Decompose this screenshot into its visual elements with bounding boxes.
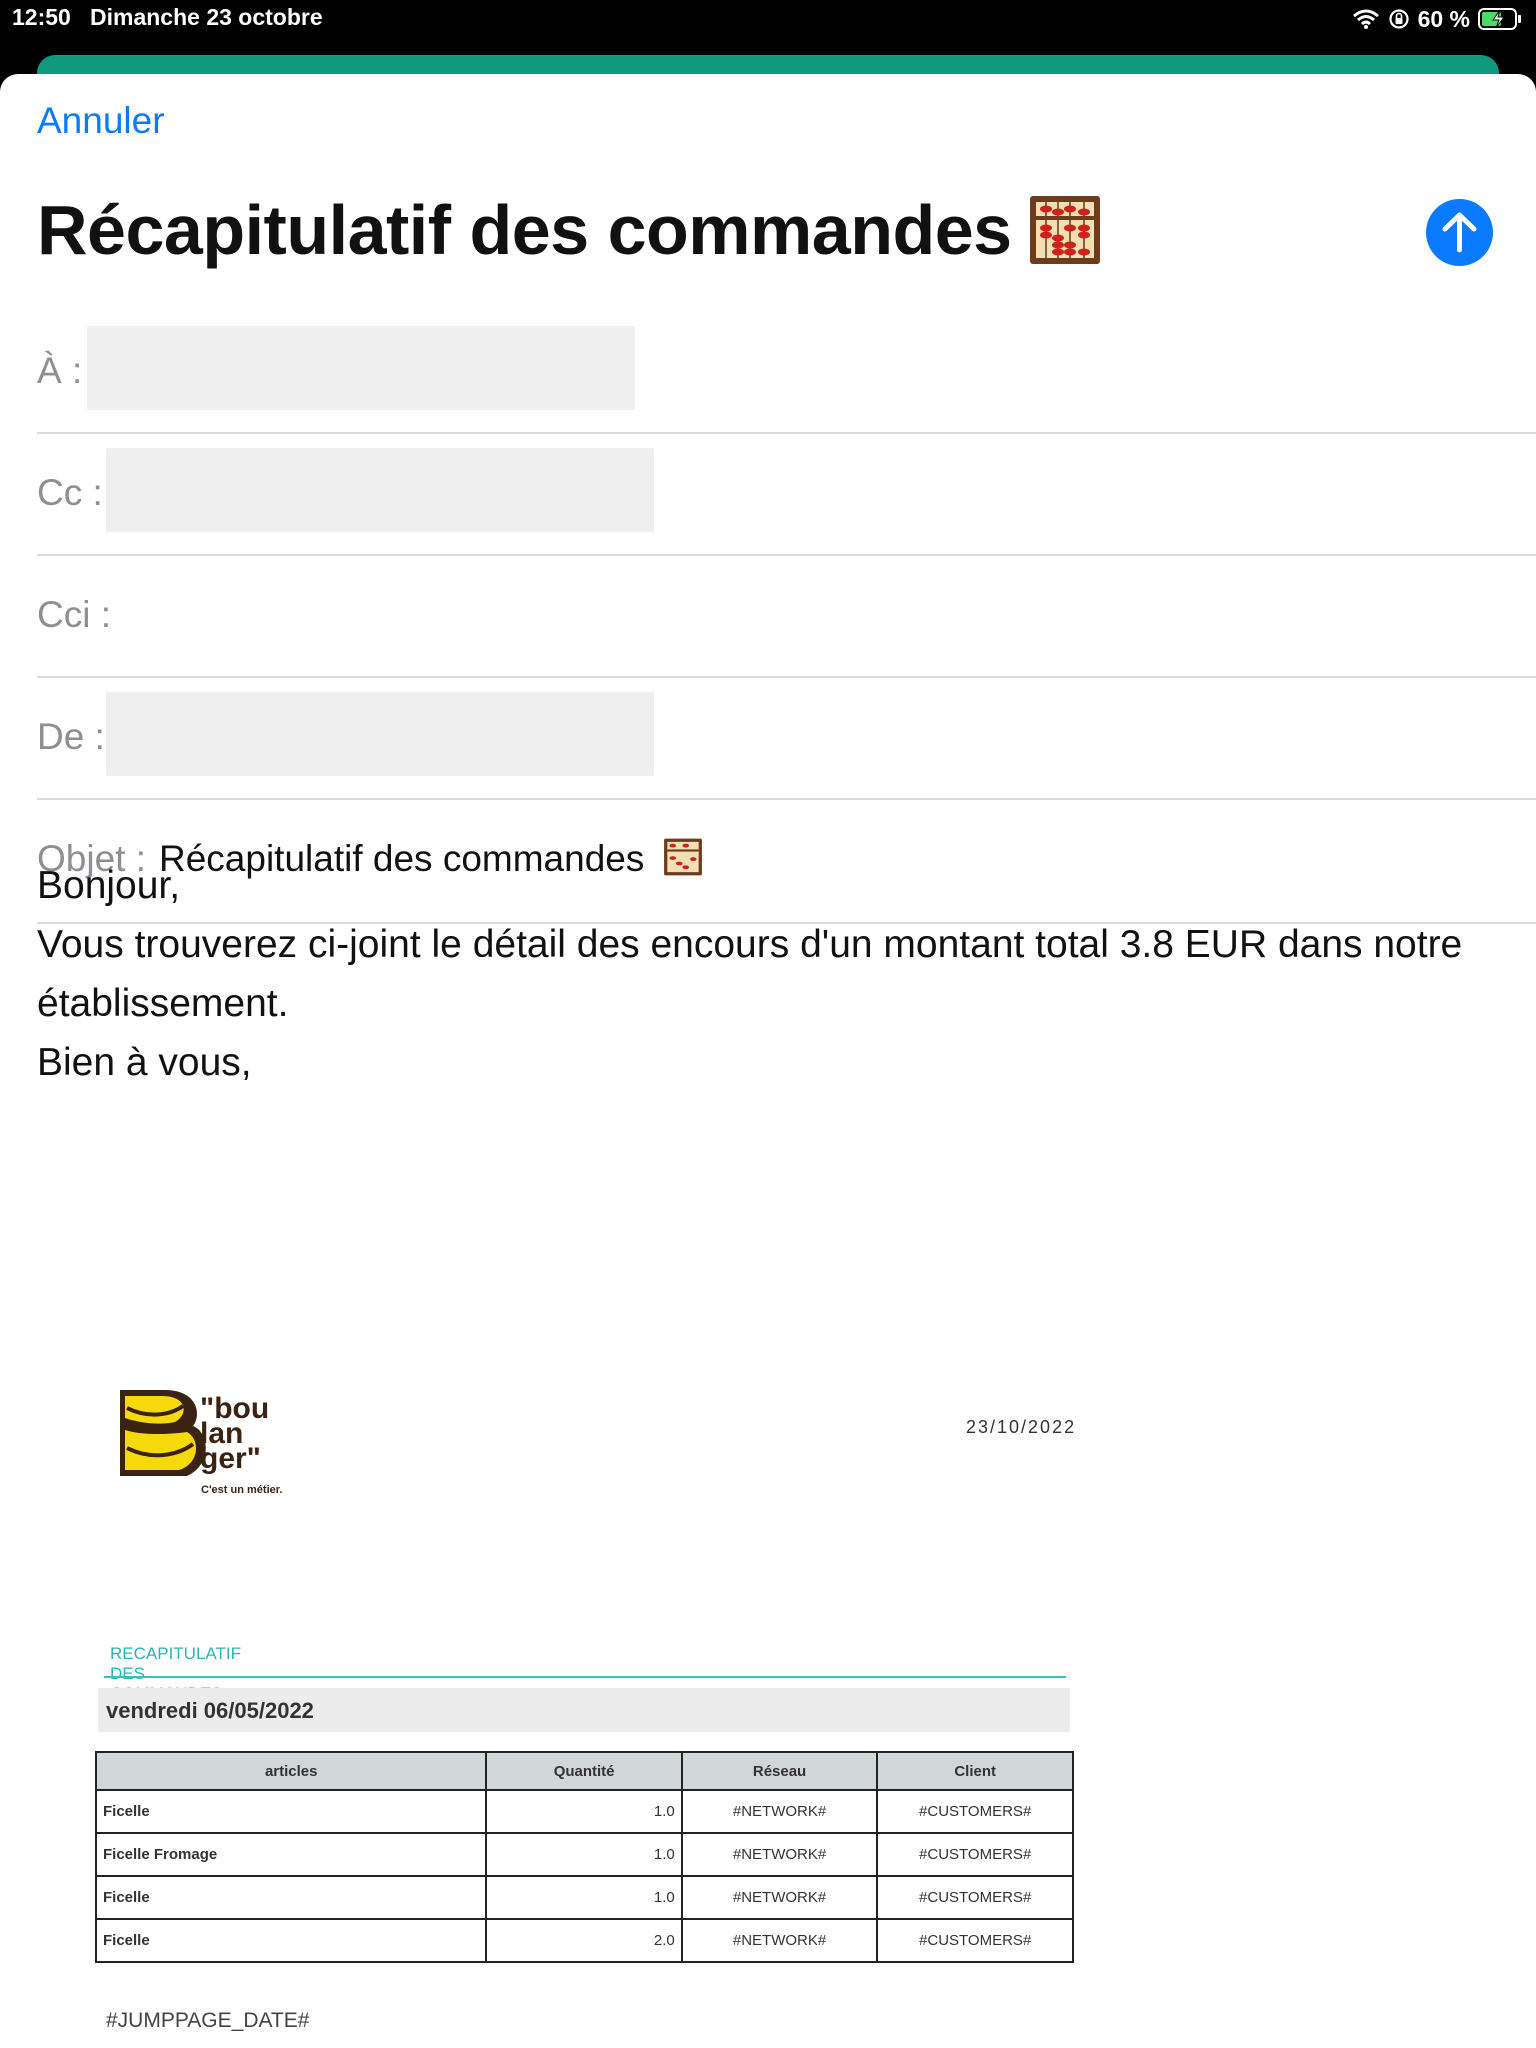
status-time: 12:50 [12,4,71,30]
to-redacted-value [87,326,635,410]
cancel-button[interactable]: Annuler [37,100,165,142]
body-line: Bonjour, [37,864,181,907]
abacus-icon [1029,195,1100,264]
cell-quantity: 1.0 [485,1875,683,1920]
message-body[interactable]: Bonjour, Vous trouverez ci-joint le déta… [37,856,1497,1092]
table-row: Ficelle 1.0 #NETWORK# #CUSTOMERS# [94,1789,1074,1834]
cc-redacted-value [106,448,654,532]
from-redacted-value [106,692,654,776]
table-row: Ficelle Fromage 1.0 #NETWORK# #CUSTOMERS… [94,1832,1074,1877]
compose-title-text: Récapitulatif des commandes [37,191,1012,269]
from-field[interactable]: De : [37,676,1536,800]
rotation-lock-icon [1388,9,1409,29]
cell-network: #NETWORK# [680,1918,879,1963]
cc-field[interactable]: Cc : [37,432,1536,556]
status-bar: 12:50 Dimanche 23 octobre 60 % [0,0,1536,40]
day-label: vendredi 06/05/2022 [106,1698,314,1723]
cell-network: #NETWORK# [680,1789,879,1834]
logo-tagline: C'est un métier. [201,1484,283,1496]
cell-network: #NETWORK# [680,1875,879,1920]
battery-percentage: 60 % [1417,5,1470,32]
cell-client: #CUSTOMERS# [876,1832,1074,1877]
cell-client: #CUSTOMERS# [876,1918,1074,1963]
day-header: vendredi 06/05/2022 [98,1688,1070,1732]
battery-charging-icon [1478,8,1521,30]
to-field[interactable]: À : [37,310,1536,434]
send-button[interactable] [1426,199,1493,266]
body-line: Vous trouverez ci-joint le détail des en… [37,923,1463,1025]
cell-article: Ficelle [94,1918,488,1963]
cell-quantity: 1.0 [485,1789,683,1834]
to-label: À : [37,350,83,391]
from-label: De : [37,716,105,757]
cell-quantity: 2.0 [485,1918,683,1963]
document-footer-placeholder: #JUMPPAGE_DATE# [106,2009,310,2032]
header-articles: articles [94,1751,488,1791]
cell-article: Ficelle [94,1789,488,1834]
header-quantity: Quantité [485,1751,683,1791]
table-row: Ficelle 2.0 #NETWORK# #CUSTOMERS# [94,1918,1074,1963]
section-divider [104,1676,1066,1678]
header-network: Réseau [680,1751,879,1791]
header-client: Client [876,1751,1074,1791]
bcc-label: Cci : [37,594,111,635]
cell-network: #NETWORK# [680,1832,879,1877]
arrow-up-icon [1442,212,1477,253]
cc-label: Cc : [37,472,103,513]
table-row: Ficelle 1.0 #NETWORK# #CUSTOMERS# [94,1875,1074,1920]
cell-article: Ficelle [94,1875,488,1920]
status-date: Dimanche 23 octobre [90,4,323,30]
document-date: 23/10/2022 [966,1417,1077,1437]
table-header-row: articles Quantité Réseau Client [94,1751,1074,1791]
cell-article: Ficelle Fromage [94,1832,488,1877]
orders-table: articles Quantité Réseau Client Ficelle … [94,1751,1074,1963]
cell-quantity: 1.0 [485,1832,683,1877]
logo-wordmark: "bou lan ger" [200,1392,270,1475]
body-line: Bien à vous, [37,1041,252,1084]
compose-title: Récapitulatif des commandes [37,190,1102,272]
boulanger-logo: "bou lan ger" C'est un métier. [117,1314,292,1519]
cell-client: #CUSTOMERS# [876,1789,1074,1834]
bcc-field[interactable]: Cci : [37,554,1536,678]
wifi-icon [1352,9,1379,29]
cell-client: #CUSTOMERS# [876,1875,1074,1920]
